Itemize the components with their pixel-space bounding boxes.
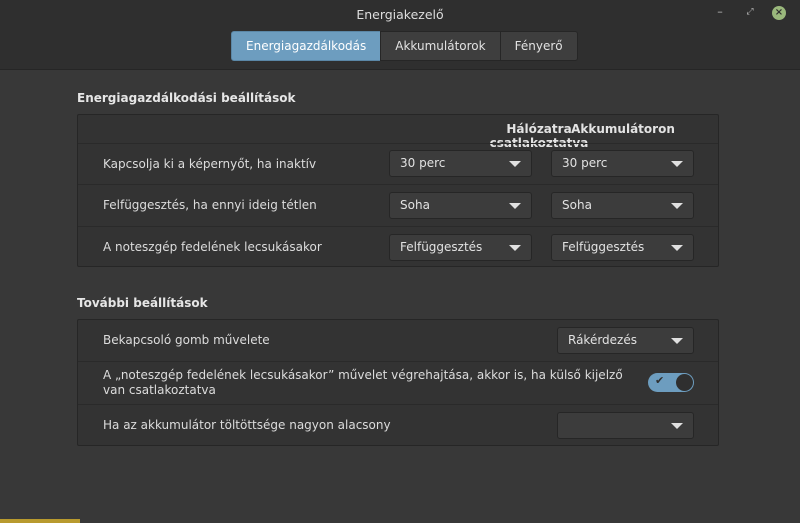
row-label: A „noteszgép fedelének lecsukásakor” műv… xyxy=(103,368,623,397)
tab-energiagazdalkodas[interactable]: Energiagazdálkodás xyxy=(231,31,382,61)
settings-row-suspend-idle: Felfüggesztés, ha ennyi ideig tétlen Soh… xyxy=(78,184,718,226)
chevron-down-icon xyxy=(671,338,683,344)
row-label: Ha az akkumulátor töltöttsége nagyon ala… xyxy=(103,418,391,432)
taskbar-edge xyxy=(0,519,80,523)
settings-row-lid-close: A noteszgép fedelének lecsukásakor Felfü… xyxy=(78,226,718,266)
power-settings-frame: Hálózatra csatlakoztatva Akkumulátoron K… xyxy=(77,114,719,267)
lid-close-battery-dropdown[interactable]: Felfüggesztés xyxy=(551,234,694,261)
settings-row-power-button: Bekapcsoló gomb művelete Rákérdezés xyxy=(78,320,718,361)
column-header-row: Hálózatra csatlakoztatva Akkumulátoron xyxy=(78,115,718,150)
dropdown-value: 30 perc xyxy=(400,156,446,170)
row-label: Bekapcsoló gomb művelete xyxy=(103,333,270,347)
check-icon: ✔ xyxy=(655,374,665,387)
tab-akkumulatorok[interactable]: Akkumulátorok xyxy=(380,31,501,61)
settings-row-screen-off: Kapcsolja ki a képernyőt, ha inaktív 30 … xyxy=(78,143,718,184)
maximize-icon[interactable]: ⤢ xyxy=(742,4,758,20)
dropdown-value: Rákérdezés xyxy=(568,333,637,347)
tab-bar: Energiagazdálkodás Akkumulátorok Fényerő xyxy=(231,31,578,61)
dropdown-value: Soha xyxy=(400,198,430,212)
column-header-battery: Akkumulátoron xyxy=(571,122,675,136)
chevron-down-icon xyxy=(509,203,521,209)
chevron-down-icon xyxy=(671,423,683,429)
lid-external-toggle[interactable]: ✔ xyxy=(648,373,694,392)
power-button-dropdown[interactable]: Rákérdezés xyxy=(557,327,694,354)
row-label: A noteszgép fedelének lecsukásakor xyxy=(103,240,322,254)
window-title: Energiakezelő xyxy=(356,7,444,22)
title-bar: Energiakezelő – ⤢ × Energiagazdálkodás A… xyxy=(0,0,800,70)
critical-battery-dropdown[interactable] xyxy=(557,412,694,439)
minimize-icon[interactable]: – xyxy=(712,4,728,20)
lid-close-ac-dropdown[interactable]: Felfüggesztés xyxy=(389,234,532,261)
chevron-down-icon xyxy=(671,161,683,167)
dropdown-value: Felfüggesztés xyxy=(400,240,483,254)
chevron-down-icon xyxy=(509,245,521,251)
dropdown-value: Felfüggesztés xyxy=(562,240,645,254)
settings-row-lid-external-display: A „noteszgép fedelének lecsukásakor” műv… xyxy=(78,361,718,404)
power-settings-title: Energiagazdálkodási beállítások xyxy=(77,91,296,105)
screen-off-battery-dropdown[interactable]: 30 perc xyxy=(551,150,694,177)
chevron-down-icon xyxy=(509,161,521,167)
suspend-idle-battery-dropdown[interactable]: Soha xyxy=(551,192,694,219)
close-icon[interactable]: × xyxy=(772,6,786,20)
tab-fenyero[interactable]: Fényerő xyxy=(499,31,578,61)
screen-off-ac-dropdown[interactable]: 30 perc xyxy=(389,150,532,177)
dropdown-value: Soha xyxy=(562,198,592,212)
extra-settings-title: További beállítások xyxy=(77,296,208,310)
extra-settings-frame: Bekapcsoló gomb művelete Rákérdezés A „n… xyxy=(77,319,719,446)
row-label: Felfüggesztés, ha ennyi ideig tétlen xyxy=(103,198,317,212)
suspend-idle-ac-dropdown[interactable]: Soha xyxy=(389,192,532,219)
chevron-down-icon xyxy=(671,203,683,209)
dropdown-value: 30 perc xyxy=(562,156,608,170)
settings-row-critical-battery: Ha az akkumulátor töltöttsége nagyon ala… xyxy=(78,404,718,445)
row-label: Kapcsolja ki a képernyőt, ha inaktív xyxy=(103,157,317,171)
chevron-down-icon xyxy=(671,245,683,251)
toggle-knob xyxy=(676,374,693,391)
